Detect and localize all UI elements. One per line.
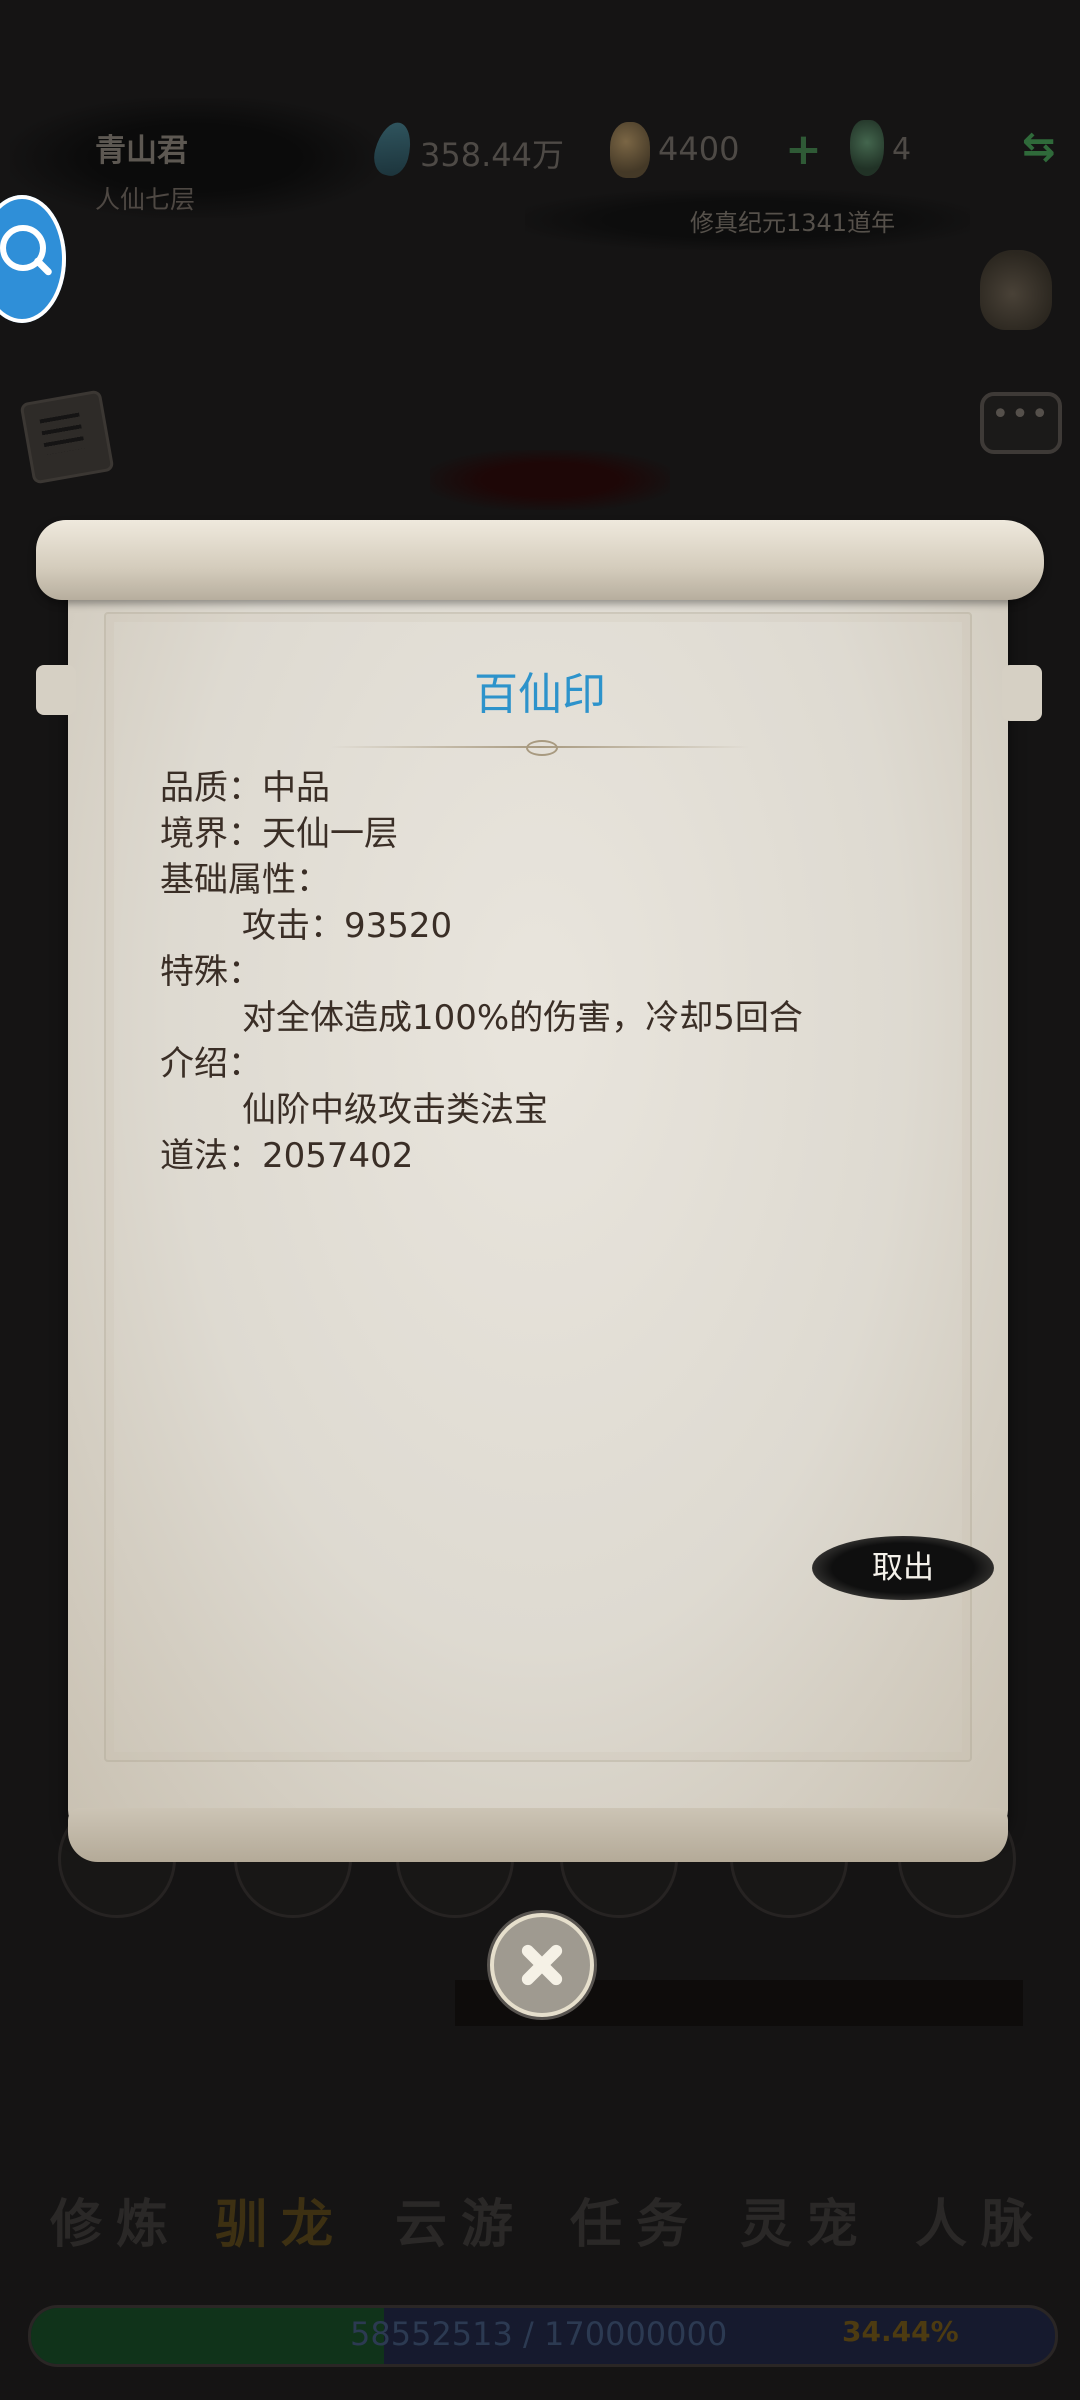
add-currency-button[interactable]: + — [785, 124, 822, 175]
special-heading: 特殊： — [160, 952, 262, 992]
title-divider — [330, 740, 750, 756]
coin-icon — [610, 122, 650, 178]
jade-count: 4 — [892, 132, 912, 167]
dao-value: 道法：2057402 — [160, 1136, 414, 1176]
progress-text: 58552513 / 170000000 — [350, 2315, 728, 2353]
player-name: 青山君 — [95, 133, 188, 169]
special-effect: 对全体造成100%的伤害，冷却5回合 — [242, 998, 803, 1038]
bag-icon[interactable] — [980, 250, 1052, 330]
progress-percent: 34.44% — [842, 2315, 959, 2348]
jade-icon — [850, 120, 884, 176]
item-quality: 品质：中品 — [160, 768, 330, 808]
spirit-stone-count: 358.44万 — [420, 136, 564, 174]
attack-value: 攻击：93520 — [242, 906, 453, 946]
intro-text: 仙阶中级攻击类法宝 — [242, 1090, 548, 1130]
base-attributes-heading: 基础属性： — [160, 860, 330, 900]
scroll-bottom-rod — [68, 1808, 1008, 1862]
era-year: 修真纪元1341道年 — [690, 209, 896, 237]
nav-cultivate[interactable]: 修炼 — [50, 2182, 182, 2257]
gold-count: 4400 — [658, 130, 740, 168]
scroll-top-rod — [36, 520, 1044, 600]
player-rank: 人仙七层 — [95, 185, 196, 214]
take-out-button[interactable]: 取出 — [812, 1536, 994, 1600]
banner-ink-band — [430, 450, 670, 510]
item-title: 百仙印 — [474, 669, 606, 720]
close-icon[interactable] — [490, 1913, 594, 2017]
nav-pets[interactable]: 灵宠 — [740, 2182, 872, 2257]
book-icon[interactable] — [19, 389, 115, 485]
nav-wander[interactable]: 云游 — [395, 2182, 527, 2257]
nav-connections[interactable]: 人脉 — [915, 2182, 1047, 2257]
item-realm: 境界：天仙一层 — [160, 814, 398, 854]
progress-fill — [31, 2308, 384, 2364]
nav-tasks[interactable]: 任务 — [570, 2182, 702, 2257]
nav-dragon[interactable]: 驯龙 — [215, 2182, 347, 2257]
swap-icon[interactable]: ⇆ — [1022, 124, 1056, 170]
chat-icon[interactable]: ••• — [980, 392, 1062, 454]
intro-heading: 介绍： — [160, 1044, 262, 1084]
